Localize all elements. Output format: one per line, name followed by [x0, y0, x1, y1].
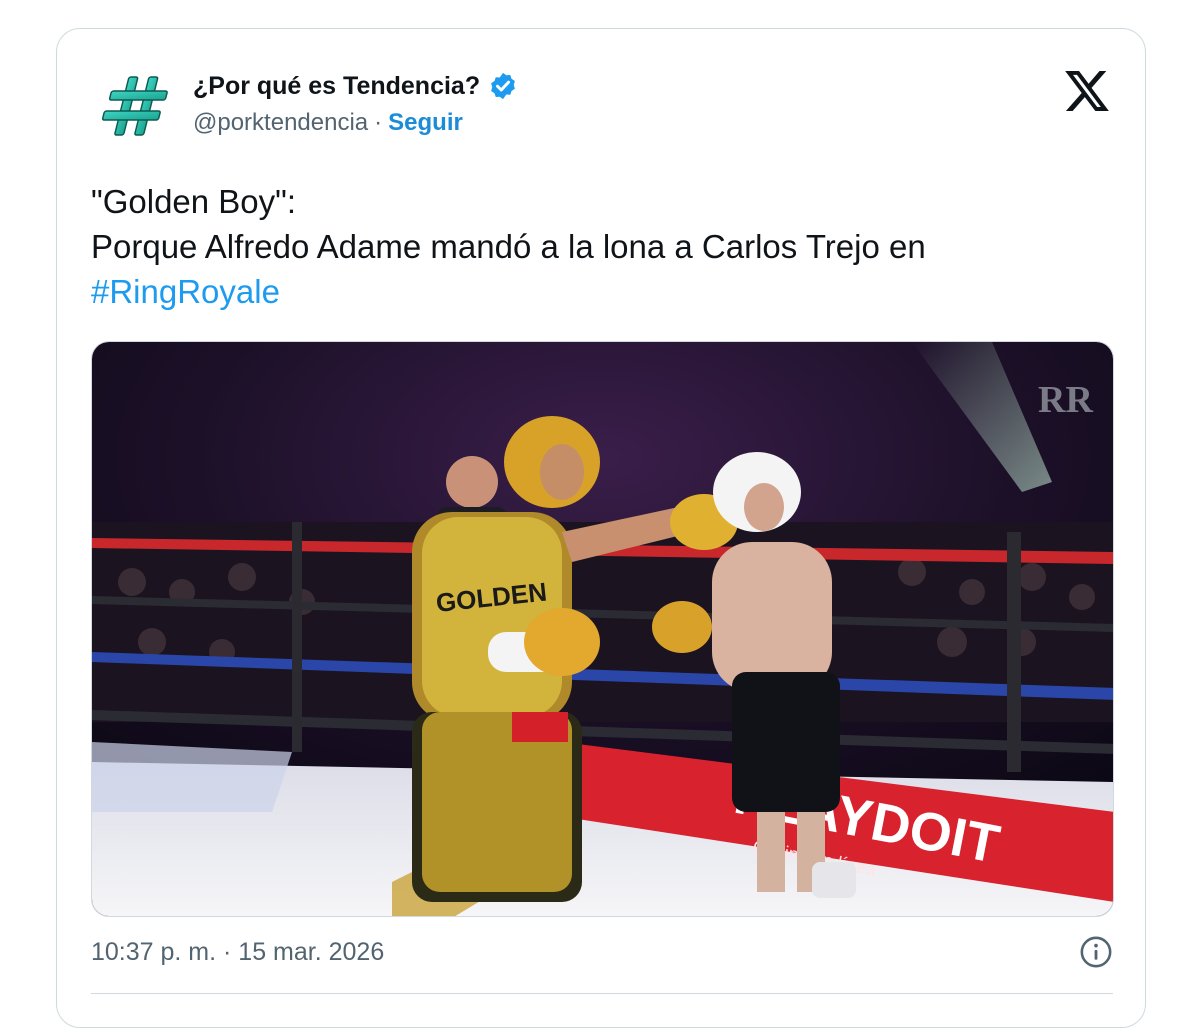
hashtag-logo-icon [101, 76, 168, 136]
info-icon[interactable] [1079, 935, 1113, 969]
divider [91, 993, 1113, 994]
tweet-timestamp[interactable]: 10:37 p. m. · 15 mar. 2026 [91, 938, 384, 967]
author-handle-row: @porktendencia · Seguir [193, 109, 463, 137]
tweet-media[interactable]: PLAYDOIT Casino en línea GOLDEN [91, 341, 1114, 917]
author-name-row: ¿Por qué es Tendencia? [193, 71, 518, 101]
follow-button[interactable]: Seguir [388, 109, 463, 137]
separator: · [374, 109, 383, 136]
boxing-match-image: PLAYDOIT Casino en línea GOLDEN [92, 342, 1113, 916]
tweet-text-line-1: "Golden Boy": [91, 183, 297, 220]
tweet-embed-card: ¿Por qué es Tendencia? @porktendencia · … [56, 28, 1146, 1028]
tweet-footer: 10:37 p. m. · 15 mar. 2026 [91, 935, 1113, 969]
tweet-text-line-2: Porque Alfredo Adame mandó a la lona a C… [91, 228, 926, 265]
watermark-logo: RR [1038, 379, 1093, 421]
avatar[interactable] [101, 69, 173, 141]
author-handle[interactable]: @porktendencia [193, 109, 368, 137]
author-display-name[interactable]: ¿Por qué es Tendencia? [193, 72, 480, 101]
x-logo-icon[interactable] [1065, 71, 1109, 111]
verified-badge-icon [491, 72, 515, 100]
tweet-text: "Golden Boy": Porque Alfredo Adame mandó… [91, 179, 1111, 314]
hashtag-link[interactable]: #RingRoyale [91, 273, 280, 310]
